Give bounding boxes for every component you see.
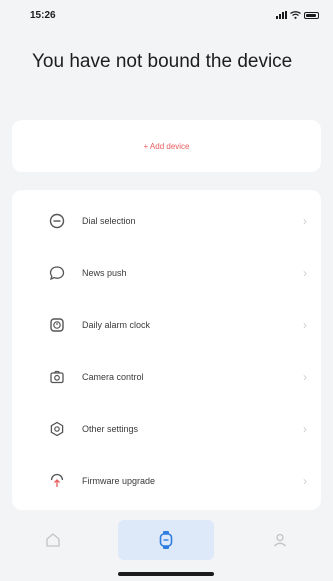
add-device-button[interactable]: + Add device <box>12 120 321 172</box>
menu-item-dial-selection[interactable]: Dial selection › <box>12 195 321 247</box>
menu-item-label: Firmware upgrade <box>82 476 156 486</box>
chevron-right-icon: › <box>303 474 307 488</box>
status-bar: 15:26 <box>0 0 333 34</box>
dial-icon <box>48 212 66 230</box>
profile-icon <box>274 533 287 547</box>
home-indicator <box>118 572 214 576</box>
settings-icon <box>48 420 66 438</box>
menu-item-label: Daily alarm clock <box>82 320 151 330</box>
menu-item-camera-control[interactable]: Camera control › <box>12 351 321 403</box>
chevron-right-icon: › <box>303 214 307 228</box>
menu-item-other-settings[interactable]: Other settings › <box>12 403 321 455</box>
page-title: You have not bound the device <box>32 51 293 72</box>
upgrade-icon <box>48 472 66 490</box>
chevron-right-icon: › <box>303 370 307 384</box>
alarm-icon <box>48 316 66 334</box>
home-icon <box>46 533 60 547</box>
tab-device[interactable] <box>118 520 215 560</box>
menu-item-label: Camera control <box>82 372 144 382</box>
menu-item-daily-alarm-clock[interactable]: Daily alarm clock › <box>12 299 321 351</box>
settings-menu: Dial selection › News push › Daily alarm… <box>12 190 321 510</box>
wifi-icon <box>290 11 301 19</box>
chevron-right-icon: › <box>303 266 307 280</box>
status-icons <box>276 11 319 19</box>
menu-item-label: Dial selection <box>82 216 136 226</box>
menu-item-label: News push <box>82 268 127 278</box>
chevron-right-icon: › <box>303 422 307 436</box>
tab-home[interactable] <box>13 520 93 560</box>
signal-icon <box>276 11 287 19</box>
menu-item-label: Other settings <box>82 424 139 434</box>
watch-icon <box>160 531 173 549</box>
tab-bar <box>0 515 333 565</box>
message-icon <box>48 264 66 282</box>
chevron-right-icon: › <box>303 318 307 332</box>
camera-icon <box>48 368 66 386</box>
battery-icon <box>304 11 319 19</box>
tab-profile[interactable] <box>240 520 320 560</box>
add-device-label: + Add device <box>143 141 190 151</box>
menu-item-firmware-upgrade[interactable]: Firmware upgrade › <box>12 455 321 507</box>
menu-item-news-push[interactable]: News push › <box>12 247 321 299</box>
status-time: 15:26 <box>30 10 56 21</box>
